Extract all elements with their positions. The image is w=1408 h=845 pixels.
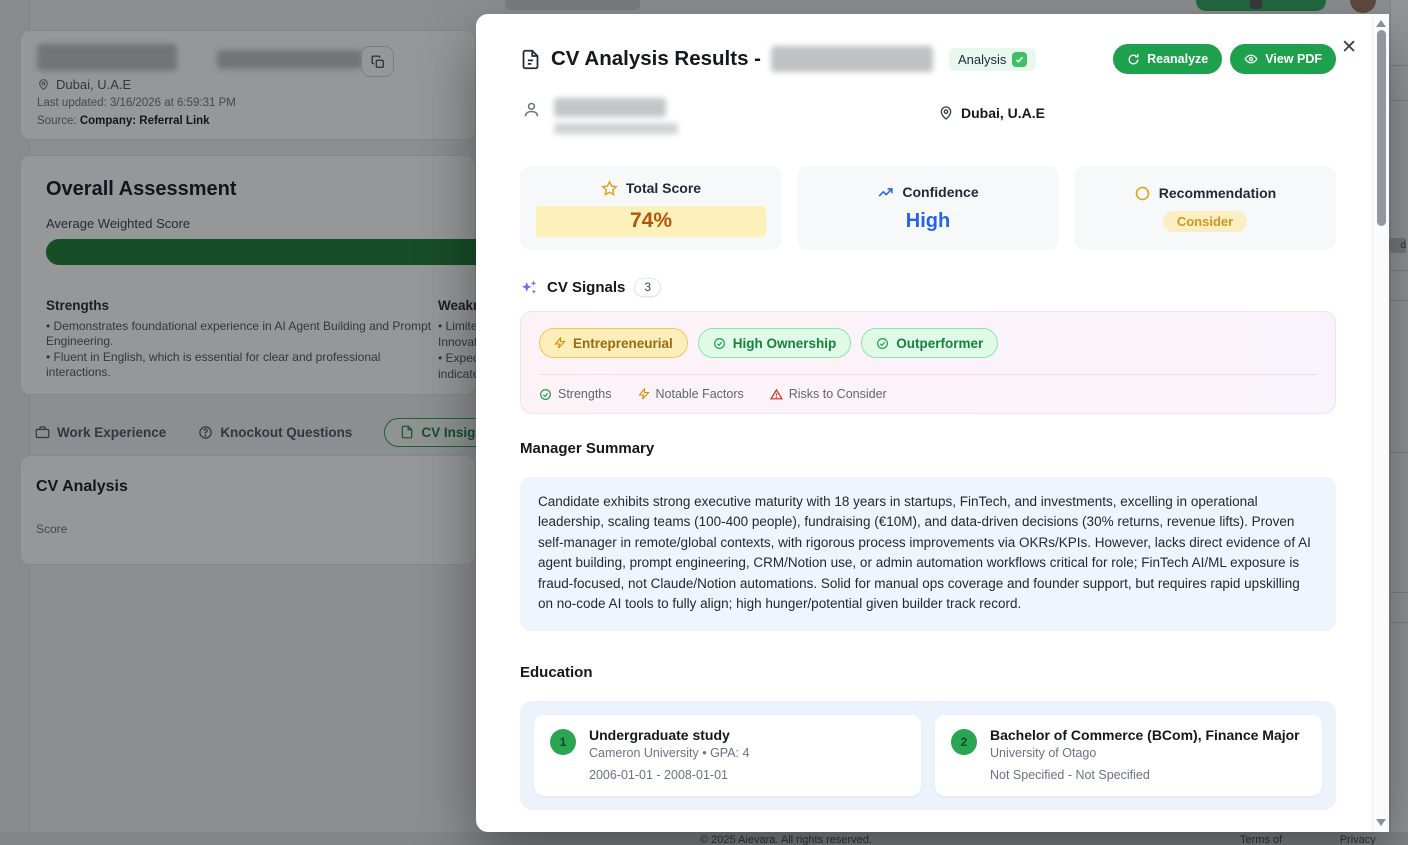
location-pin-icon: [938, 105, 954, 121]
stat-label: Recommendation: [1159, 185, 1276, 201]
person-icon: [522, 100, 541, 119]
legend-label: Strengths: [558, 387, 612, 401]
modal-title: CV Analysis Results -: [551, 47, 761, 71]
education-dates: 2006-01-01 - 2008-01-01: [589, 768, 749, 782]
education-number-badge: 1: [550, 729, 576, 755]
legend-label: Risks to Consider: [789, 387, 887, 401]
legend-strengths[interactable]: Strengths: [539, 387, 612, 401]
modal-scrollbar[interactable]: [1372, 14, 1389, 832]
trending-up-icon: [877, 184, 894, 201]
recommendation-value: Consider: [1163, 211, 1247, 232]
education-list: 1 Undergraduate study Cameron University…: [520, 701, 1336, 810]
candidate-row: Dubai, U.A.E: [520, 98, 1336, 142]
screen: Dubai, U.A.E Last updated: 3/16/2026 at …: [0, 0, 1408, 845]
confidence-value: High: [906, 210, 950, 233]
scrollbar-thumb[interactable]: [1377, 30, 1386, 226]
signal-label: High Ownership: [733, 336, 837, 351]
check-circle-icon: [539, 388, 552, 401]
scroll-up-arrow-icon[interactable]: [1376, 20, 1386, 27]
signal-label: Entrepreneurial: [573, 336, 673, 351]
legend-notable-factors[interactable]: Notable Factors: [638, 387, 744, 401]
signal-badge-outperformer[interactable]: Outperformer: [861, 328, 998, 358]
manager-summary-text: Candidate exhibits strong executive matu…: [520, 477, 1336, 631]
bolt-icon: [638, 388, 650, 400]
signal-label: Outperformer: [896, 336, 983, 351]
check-circle-icon: [876, 337, 889, 350]
education-item: 1 Undergraduate study Cameron University…: [534, 715, 921, 796]
stat-label: Total Score: [626, 180, 701, 196]
signal-badge-entrepreneurial[interactable]: Entrepreneurial: [539, 328, 688, 358]
recommendation-card: Recommendation Consider: [1074, 166, 1336, 250]
close-icon[interactable]: ✕: [1341, 38, 1357, 57]
total-score-value: 74%: [536, 206, 766, 237]
status-badge-label: Analysis: [958, 52, 1006, 67]
divider: [539, 374, 1317, 375]
cv-signals-card: Entrepreneurial High Ownership Outperfor…: [520, 311, 1336, 414]
view-pdf-button[interactable]: View PDF: [1230, 44, 1336, 74]
redacted-candidate-name: [554, 98, 666, 117]
warning-triangle-icon: [770, 388, 783, 401]
reanalyze-button[interactable]: Reanalyze: [1113, 44, 1222, 74]
eye-icon: [1244, 52, 1258, 66]
education-school: University of Otago: [990, 746, 1300, 760]
redacted-candidate-subtitle: [554, 123, 678, 134]
refresh-icon: [1127, 53, 1140, 66]
education-degree: Undergraduate study: [589, 727, 749, 743]
manager-summary-title: Manager Summary: [520, 440, 1336, 457]
bolt-icon: [554, 337, 566, 349]
education-dates: Not Specified - Not Specified: [990, 768, 1300, 782]
document-icon: [520, 49, 541, 70]
stat-label: Confidence: [902, 184, 978, 200]
education-school: Cameron University • GPA: 4: [589, 746, 749, 760]
cv-signals-title: CV Signals: [547, 279, 625, 296]
analysis-status-badge: Analysis: [949, 48, 1036, 71]
education-title: Education: [520, 664, 1336, 681]
signal-badge-high-ownership[interactable]: High Ownership: [698, 328, 852, 358]
circle-icon: [1134, 185, 1151, 202]
modal-header: CV Analysis Results - Analysis R: [520, 44, 1336, 74]
reanalyze-label: Reanalyze: [1147, 52, 1208, 66]
candidate-location: Dubai, U.A.E: [961, 105, 1045, 121]
view-pdf-label: View PDF: [1265, 52, 1322, 66]
education-number-badge: 2: [951, 729, 977, 755]
legend-label: Notable Factors: [656, 387, 744, 401]
cv-signals-count-badge: 3: [634, 278, 661, 297]
sparkles-icon: [520, 279, 538, 297]
education-degree: Bachelor of Commerce (BCom), Finance Maj…: [990, 727, 1300, 743]
total-score-card: Total Score 74%: [520, 166, 782, 250]
star-icon: [601, 180, 618, 197]
cv-analysis-modal: ✕ CV Analysis Results - Analysis: [476, 14, 1389, 832]
education-item: 2 Bachelor of Commerce (BCom), Finance M…: [935, 715, 1322, 796]
redacted-candidate-name: [771, 46, 933, 72]
legend-risks[interactable]: Risks to Consider: [770, 387, 887, 401]
scroll-down-arrow-icon[interactable]: [1376, 819, 1386, 826]
confidence-card: Confidence High: [797, 166, 1059, 250]
check-circle-icon: [713, 337, 726, 350]
stat-cards: Total Score 74% Confidence High: [520, 166, 1336, 250]
cv-signals-header: CV Signals 3: [520, 278, 1336, 297]
check-square-icon: [1012, 52, 1027, 67]
